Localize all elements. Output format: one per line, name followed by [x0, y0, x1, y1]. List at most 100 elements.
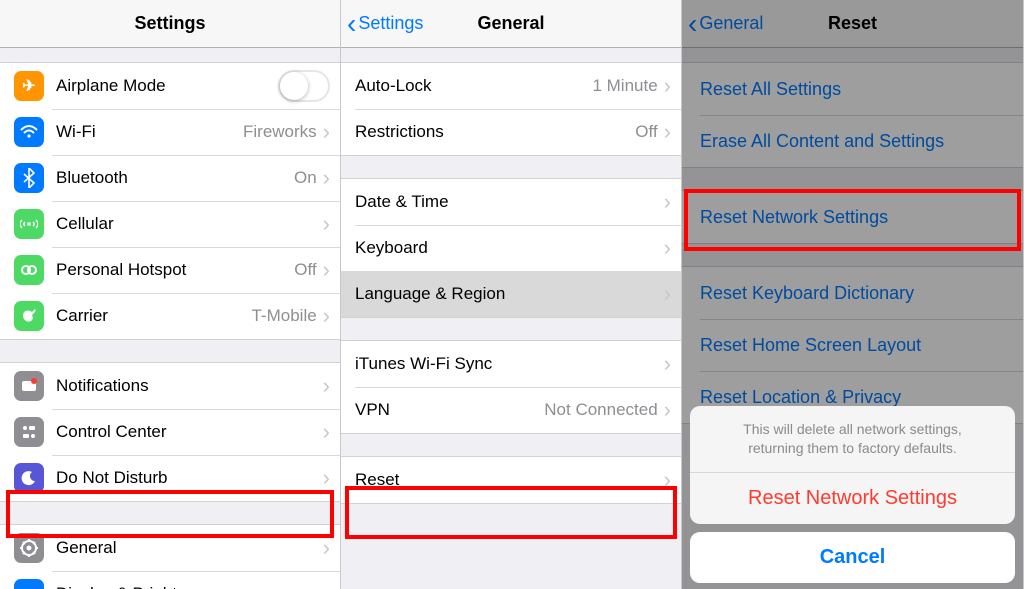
back-to-general[interactable]: ‹ General	[688, 10, 763, 38]
action-sheet: This will delete all network settings, r…	[690, 406, 1015, 583]
chevron-right-icon: ›	[664, 75, 671, 97]
general-group-4: Reset ›	[341, 456, 681, 504]
row-restrictions[interactable]: Restrictions Off ›	[341, 109, 681, 155]
settings-header: Settings	[0, 0, 340, 48]
row-reset-keyboard-dict[interactable]: Reset Keyboard Dictionary	[682, 267, 1023, 319]
row-display-brightness[interactable]: AA Display & Brightness ›	[0, 571, 340, 589]
airplane-label: Airplane Mode	[56, 76, 278, 96]
row-reset-home[interactable]: Reset Home Screen Layout	[682, 319, 1023, 371]
bluetooth-value: On	[294, 168, 317, 188]
chevron-right-icon: ›	[323, 167, 330, 189]
chevron-right-icon: ›	[323, 259, 330, 281]
hotspot-value: Off	[294, 260, 316, 280]
settings-group-system: Notifications › Control Center › Do Not …	[0, 362, 340, 502]
row-general[interactable]: General ›	[0, 525, 340, 571]
general-icon	[14, 533, 44, 563]
row-vpn[interactable]: VPN Not Connected ›	[341, 387, 681, 433]
reset-group-1: Reset All Settings Erase All Content and…	[682, 62, 1023, 168]
reset-title: Reset	[828, 13, 877, 34]
row-itunes-sync[interactable]: iTunes Wi-Fi Sync ›	[341, 341, 681, 387]
chevron-right-icon: ›	[323, 537, 330, 559]
row-reset-all-settings[interactable]: Reset All Settings	[682, 63, 1023, 115]
chevron-right-icon: ›	[664, 399, 671, 421]
display-label: Display & Brightness	[56, 584, 323, 589]
chevron-right-icon: ›	[323, 583, 330, 589]
back-label: General	[699, 13, 763, 34]
carrier-value: T-Mobile	[251, 306, 316, 326]
chevron-right-icon: ›	[664, 237, 671, 259]
restrictions-label: Restrictions	[355, 122, 635, 142]
control-center-label: Control Center	[56, 422, 323, 442]
itunes-label: iTunes Wi-Fi Sync	[355, 354, 664, 374]
hotspot-label: Personal Hotspot	[56, 260, 294, 280]
chevron-right-icon: ›	[664, 283, 671, 305]
row-airplane-mode[interactable]: ✈ Airplane Mode	[0, 63, 340, 109]
row-control-center[interactable]: Control Center ›	[0, 409, 340, 455]
airplane-icon: ✈	[14, 71, 44, 101]
bluetooth-icon	[14, 163, 44, 193]
row-keyboard[interactable]: Keyboard ›	[341, 225, 681, 271]
row-cellular[interactable]: Cellular ›	[0, 201, 340, 247]
settings-pane: Settings ✈ Airplane Mode Wi-Fi Fireworks…	[0, 0, 341, 589]
general-header: ‹ Settings General	[341, 0, 681, 48]
row-auto-lock[interactable]: Auto-Lock 1 Minute ›	[341, 63, 681, 109]
chevron-left-icon: ‹	[688, 10, 697, 38]
auto-lock-label: Auto-Lock	[355, 76, 592, 96]
carrier-label: Carrier	[56, 306, 251, 326]
vpn-value: Not Connected	[544, 400, 657, 420]
row-date-time[interactable]: Date & Time ›	[341, 179, 681, 225]
sheet-message: This will delete all network settings, r…	[690, 406, 1015, 473]
reset-header: ‹ General Reset	[682, 0, 1023, 48]
settings-group-device: General › AA Display & Brightness ›	[0, 524, 340, 589]
reset-keyboard-label: Reset Keyboard Dictionary	[700, 283, 914, 304]
row-reset[interactable]: Reset ›	[341, 457, 681, 503]
row-language-region[interactable]: Language & Region ›	[341, 271, 681, 317]
cellular-icon	[14, 209, 44, 239]
control-center-icon	[14, 417, 44, 447]
auto-lock-value: 1 Minute	[592, 76, 657, 96]
chevron-right-icon: ›	[323, 305, 330, 327]
dnd-icon	[14, 463, 44, 493]
reset-label: Reset	[355, 470, 664, 490]
hotspot-icon	[14, 255, 44, 285]
chevron-right-icon: ›	[664, 191, 671, 213]
vpn-label: VPN	[355, 400, 544, 420]
bluetooth-label: Bluetooth	[56, 168, 294, 188]
row-erase-all[interactable]: Erase All Content and Settings	[682, 115, 1023, 167]
chevron-right-icon: ›	[323, 213, 330, 235]
general-label: General	[56, 538, 323, 558]
reset-location-label: Reset Location & Privacy	[700, 387, 901, 408]
chevron-right-icon: ›	[323, 421, 330, 443]
display-icon: AA	[14, 579, 44, 589]
general-group-3: iTunes Wi-Fi Sync › VPN Not Connected ›	[341, 340, 681, 434]
back-to-settings[interactable]: ‹ Settings	[347, 10, 423, 38]
reset-group-3: Reset Keyboard Dictionary Reset Home Scr…	[682, 266, 1023, 424]
settings-title: Settings	[134, 13, 205, 34]
date-time-label: Date & Time	[355, 192, 664, 212]
general-pane: ‹ Settings General Auto-Lock 1 Minute › …	[341, 0, 682, 589]
reset-home-label: Reset Home Screen Layout	[700, 335, 921, 356]
keyboard-label: Keyboard	[355, 238, 664, 258]
sheet-cancel-button[interactable]: Cancel	[690, 532, 1015, 583]
chevron-right-icon: ›	[323, 121, 330, 143]
row-carrier[interactable]: Carrier T-Mobile ›	[0, 293, 340, 339]
reset-all-label: Reset All Settings	[700, 79, 841, 100]
sheet-reset-network-button[interactable]: Reset Network Settings	[690, 473, 1015, 524]
row-wifi[interactable]: Wi-Fi Fireworks ›	[0, 109, 340, 155]
wifi-icon	[14, 117, 44, 147]
chevron-right-icon: ›	[323, 467, 330, 489]
row-notifications[interactable]: Notifications ›	[0, 363, 340, 409]
reset-group-2: Reset Network Settings	[682, 190, 1023, 244]
wifi-label: Wi-Fi	[56, 122, 243, 142]
language-label: Language & Region	[355, 284, 664, 304]
notifications-icon	[14, 371, 44, 401]
general-title: General	[477, 13, 544, 34]
airplane-toggle[interactable]	[278, 70, 330, 102]
row-reset-network[interactable]: Reset Network Settings	[682, 191, 1023, 243]
back-label: Settings	[358, 13, 423, 34]
settings-group-connectivity: ✈ Airplane Mode Wi-Fi Fireworks › Blueto…	[0, 62, 340, 340]
row-bluetooth[interactable]: Bluetooth On ›	[0, 155, 340, 201]
row-personal-hotspot[interactable]: Personal Hotspot Off ›	[0, 247, 340, 293]
row-do-not-disturb[interactable]: Do Not Disturb ›	[0, 455, 340, 501]
cellular-label: Cellular	[56, 214, 323, 234]
